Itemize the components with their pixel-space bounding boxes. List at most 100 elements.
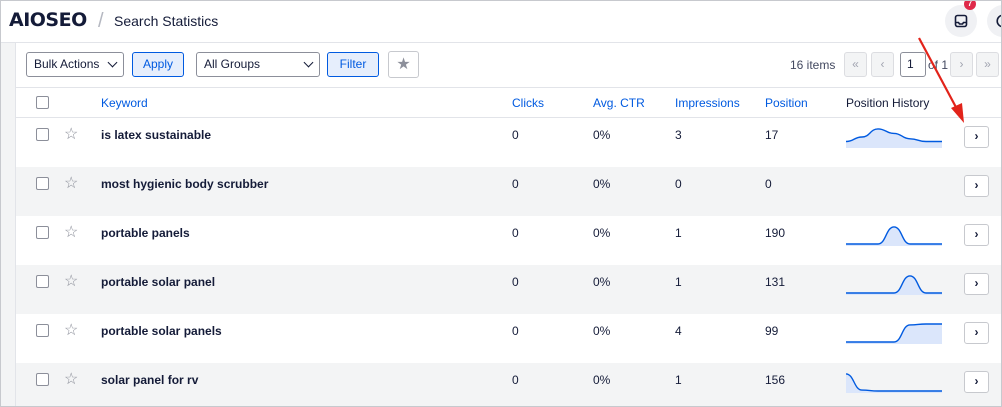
keyword-cell: solar panel for rv bbox=[101, 373, 199, 387]
row-checkbox[interactable] bbox=[36, 226, 49, 239]
aioseo-logo[interactable]: AIOSEO bbox=[9, 9, 87, 31]
star-icon[interactable]: ☆ bbox=[64, 320, 78, 340]
chevron-right-icon: › bbox=[974, 325, 979, 339]
keyword-cell: portable solar panel bbox=[101, 275, 216, 289]
keyword-cell: most hygienic body scrubber bbox=[101, 177, 269, 191]
row-details-button[interactable]: › bbox=[964, 224, 989, 246]
row-details-button[interactable]: › bbox=[964, 371, 989, 393]
impressions-cell: 1 bbox=[675, 226, 682, 240]
groups-label: All Groups bbox=[204, 57, 261, 71]
star-icon[interactable]: ☆ bbox=[64, 124, 78, 144]
impressions-cell: 3 bbox=[675, 128, 682, 142]
column-clicks[interactable]: Clicks bbox=[512, 96, 544, 110]
first-page-button[interactable]: « bbox=[844, 52, 867, 77]
clicks-cell: 0 bbox=[512, 324, 519, 338]
star-icon[interactable]: ☆ bbox=[64, 271, 78, 291]
star-icon[interactable]: ☆ bbox=[64, 369, 78, 389]
bulk-actions-label: Bulk Actions bbox=[34, 57, 100, 71]
sparkline-line bbox=[846, 373, 942, 392]
impressions-cell: 1 bbox=[675, 373, 682, 387]
app-frame: AIOSEO / Search Statistics 7 Bulk Action… bbox=[0, 0, 1002, 407]
position-history-sparkline bbox=[846, 226, 942, 246]
favorites-filter-button[interactable]: ★ bbox=[388, 51, 419, 78]
keyword-cell: portable solar panels bbox=[101, 324, 222, 338]
row-checkbox[interactable] bbox=[36, 128, 49, 141]
column-position[interactable]: Position bbox=[765, 96, 808, 110]
table-toolbar: Bulk Actions Apply All Groups Filter ★ 1… bbox=[16, 43, 1001, 87]
table-header: Keyword Clicks Avg. CTR Impressions Posi… bbox=[16, 87, 1001, 118]
apply-button[interactable]: Apply bbox=[132, 52, 184, 77]
star-filled-icon: ★ bbox=[396, 56, 411, 73]
logo-text: AIOSEO bbox=[9, 9, 87, 31]
chevron-right-icon: › bbox=[974, 276, 979, 290]
position-history-sparkline bbox=[846, 323, 942, 344]
help-icon bbox=[996, 14, 1001, 28]
groups-select[interactable]: All Groups bbox=[196, 52, 320, 77]
ctr-cell: 0% bbox=[593, 275, 611, 289]
items-count: 16 items bbox=[790, 58, 836, 72]
column-ctr[interactable]: Avg. CTR bbox=[593, 96, 645, 110]
column-keyword[interactable]: Keyword bbox=[101, 96, 148, 110]
notification-badge: 7 bbox=[964, 1, 976, 10]
breadcrumb-separator: / bbox=[98, 10, 104, 32]
clicks-cell: 0 bbox=[512, 177, 519, 191]
position-cell: 99 bbox=[765, 324, 779, 338]
star-icon[interactable]: ☆ bbox=[64, 222, 78, 242]
position-cell: 17 bbox=[765, 128, 779, 142]
help-button[interactable] bbox=[987, 5, 1001, 37]
clicks-cell: 0 bbox=[512, 275, 519, 289]
ctr-cell: 0% bbox=[593, 324, 611, 338]
inbox-icon bbox=[954, 14, 968, 28]
position-cell: 131 bbox=[765, 275, 786, 289]
chevron-right-icon: › bbox=[974, 227, 979, 241]
ctr-cell: 0% bbox=[593, 177, 611, 191]
star-icon[interactable]: ☆ bbox=[64, 173, 78, 193]
chevron-right-icon: › bbox=[974, 374, 979, 388]
row-details-button[interactable]: › bbox=[964, 322, 989, 344]
chevron-right-icon: › bbox=[974, 129, 979, 143]
ctr-cell: 0% bbox=[593, 226, 611, 240]
clicks-cell: 0 bbox=[512, 128, 519, 142]
table-row: ☆ portable panels 0 0% 1 190 › bbox=[16, 216, 1001, 265]
impressions-cell: 0 bbox=[675, 177, 682, 191]
sparkline-area bbox=[846, 275, 942, 295]
column-impressions[interactable]: Impressions bbox=[675, 96, 740, 110]
row-checkbox[interactable] bbox=[36, 275, 49, 288]
sparkline-area bbox=[846, 324, 942, 344]
annotation-arrow bbox=[918, 37, 964, 123]
row-checkbox[interactable] bbox=[36, 177, 49, 190]
keyword-cell: portable panels bbox=[101, 226, 190, 240]
position-cell: 190 bbox=[765, 226, 786, 240]
page-title: Search Statistics bbox=[114, 13, 219, 29]
keyword-cell: is latex sustainable bbox=[101, 128, 212, 142]
top-header: AIOSEO / Search Statistics 7 bbox=[1, 1, 1001, 43]
chevron-down-icon bbox=[303, 57, 314, 68]
sparkline-line bbox=[846, 275, 942, 294]
row-checkbox[interactable] bbox=[36, 324, 49, 337]
position-cell: 0 bbox=[765, 177, 772, 191]
ctr-cell: 0% bbox=[593, 373, 611, 387]
sparkline-area bbox=[846, 226, 942, 246]
table-row: ☆ solar panel for rv 0 0% 1 156 › bbox=[16, 363, 1001, 406]
prev-page-button[interactable]: ‹ bbox=[871, 52, 894, 77]
filter-button[interactable]: Filter bbox=[327, 52, 379, 77]
impressions-cell: 4 bbox=[675, 324, 682, 338]
row-details-button[interactable]: › bbox=[964, 175, 989, 197]
position-cell: 156 bbox=[765, 373, 786, 387]
select-all-checkbox[interactable] bbox=[36, 96, 49, 109]
clicks-cell: 0 bbox=[512, 226, 519, 240]
search-statistics-card: Bulk Actions Apply All Groups Filter ★ 1… bbox=[15, 43, 1001, 406]
table-row: ☆ is latex sustainable 0 0% 3 17 › bbox=[16, 118, 1001, 167]
bulk-actions-select[interactable]: Bulk Actions bbox=[26, 52, 124, 77]
last-page-button[interactable]: » bbox=[976, 52, 999, 77]
table-row: ☆ portable solar panels 0 0% 4 99 › bbox=[16, 314, 1001, 363]
table-row: ☆ most hygienic body scrubber 0 0% 0 0 › bbox=[16, 167, 1001, 216]
impressions-cell: 1 bbox=[675, 275, 682, 289]
table-row: ☆ portable solar panel 0 0% 1 131 › bbox=[16, 265, 1001, 314]
row-details-button[interactable]: › bbox=[964, 273, 989, 295]
clicks-cell: 0 bbox=[512, 373, 519, 387]
row-checkbox[interactable] bbox=[36, 373, 49, 386]
chevron-right-icon: › bbox=[974, 178, 979, 192]
position-history-sparkline bbox=[846, 373, 942, 393]
position-history-sparkline bbox=[846, 275, 942, 295]
